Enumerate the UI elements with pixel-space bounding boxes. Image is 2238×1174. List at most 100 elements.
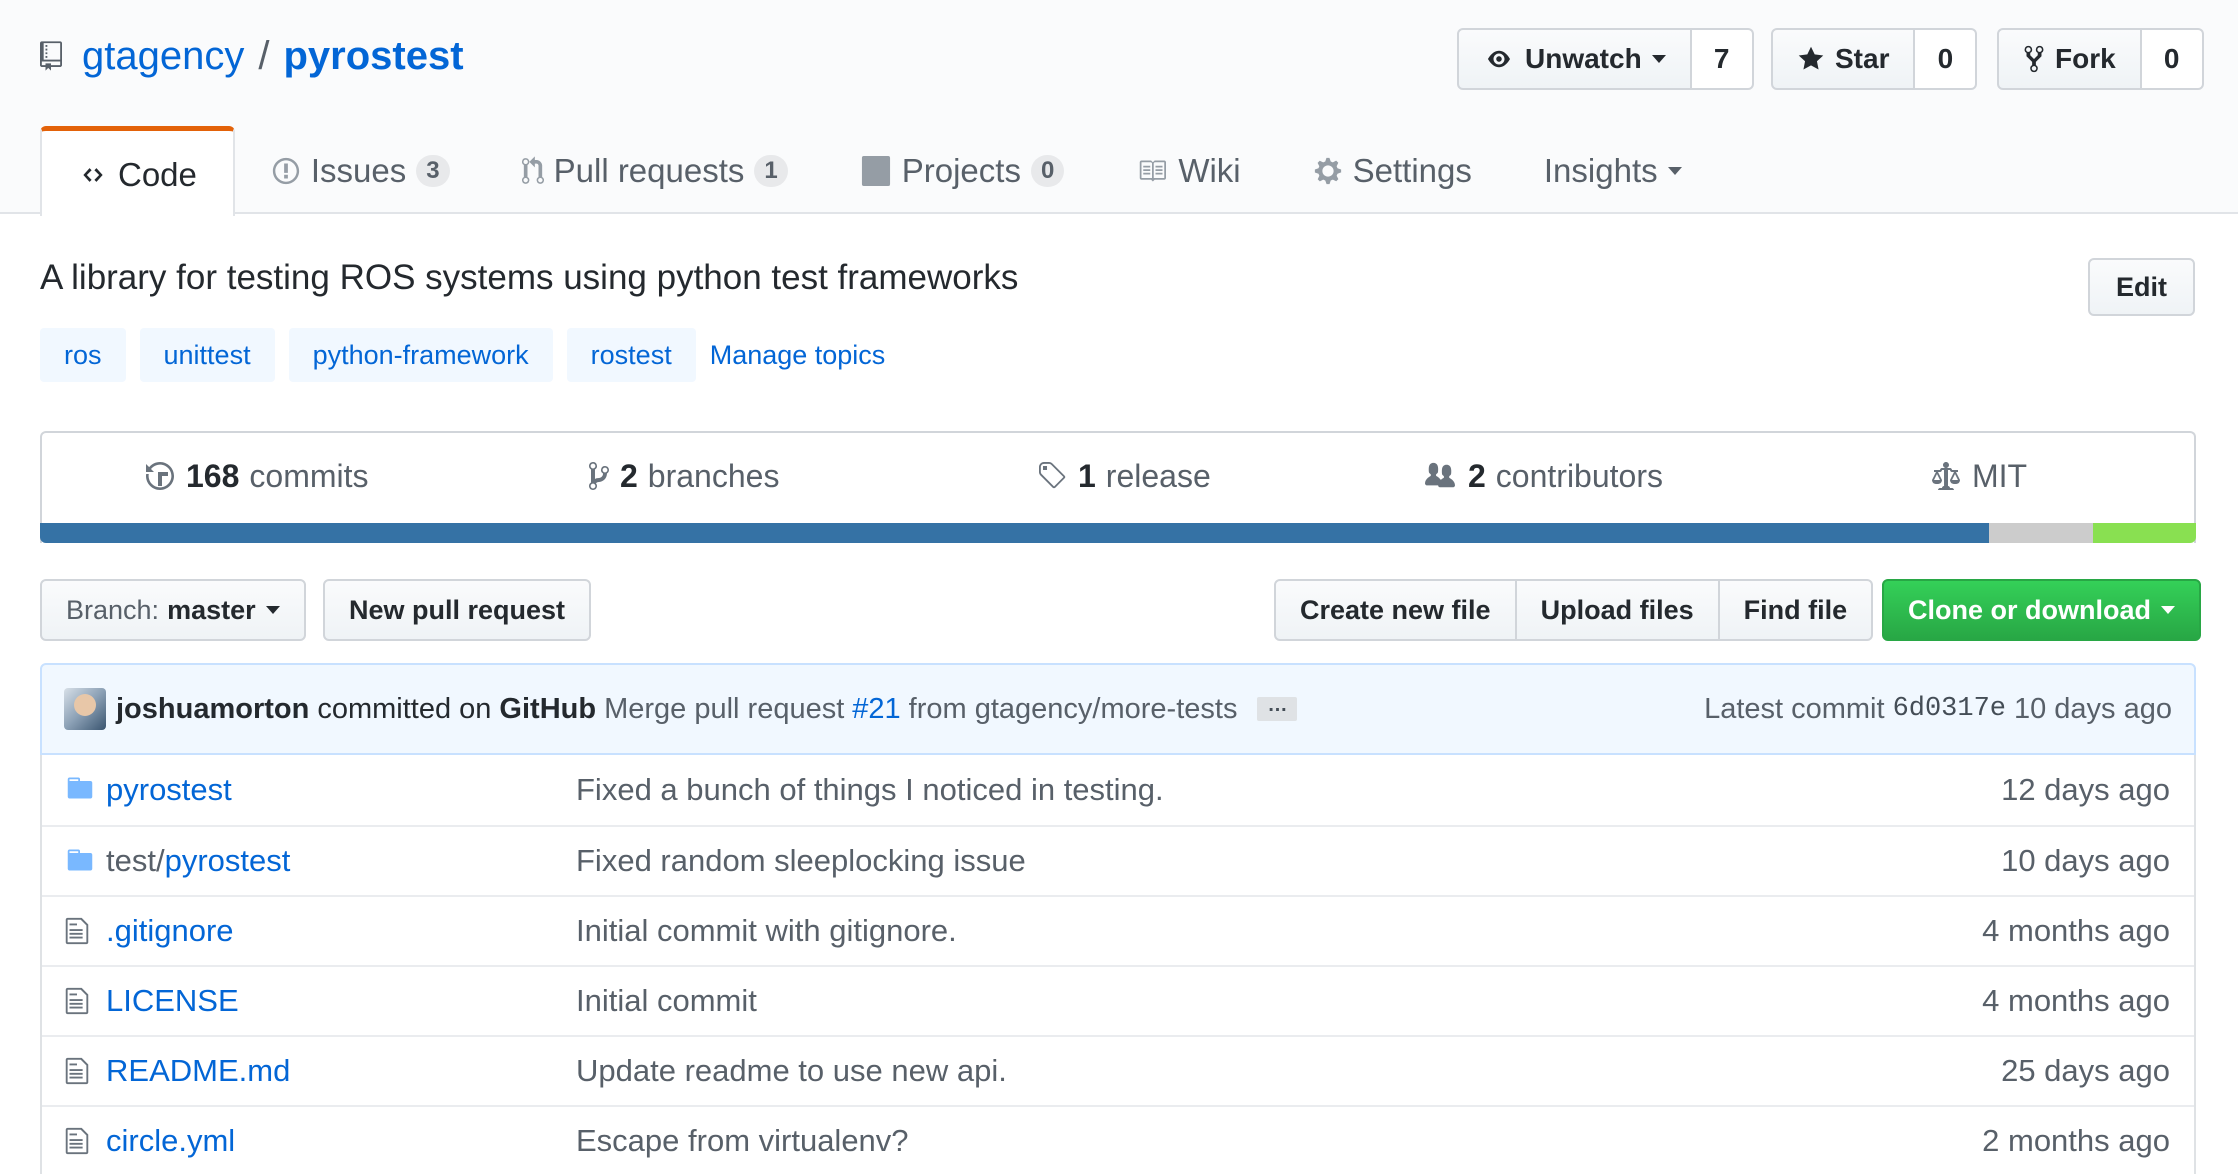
language-bar-segment[interactable] <box>1989 523 2093 543</box>
file-commit-message[interactable]: Initial commit with gitignore. <box>576 913 957 949</box>
gear-icon <box>1314 157 1341 185</box>
tab-projects[interactable]: Projects 0 <box>824 126 1101 216</box>
language-bar-segment[interactable] <box>40 523 1990 543</box>
releases-summary[interactable]: 1 release <box>1036 453 1211 499</box>
file-commit-message[interactable]: Update readme to use new api. <box>576 1053 1007 1089</box>
file-icon <box>65 1127 89 1155</box>
file-actions-group: Create new file Upload files Find file <box>1274 579 1874 641</box>
star-action: Star 0 <box>1771 28 1978 90</box>
file-dir-prefix: test/ <box>106 843 165 878</box>
list-item[interactable]: circle.yml Escape from virtualenv? 2 mon… <box>42 1105 2194 1174</box>
repo-header: gtagency / pyrostest Unwatch 7 Star 0 Fo… <box>0 0 2238 216</box>
commits-count: 168 <box>186 457 240 494</box>
language-bar-segment[interactable] <box>2092 523 2196 543</box>
topic-tag[interactable]: unittest <box>139 328 275 382</box>
commit-message-link[interactable]: Merge pull request <box>604 693 844 726</box>
repo-icon <box>40 38 66 74</box>
commit-message-rest[interactable]: from gtagency/more-tests <box>909 693 1238 726</box>
manage-topics-link[interactable]: Manage topics <box>710 340 886 371</box>
file-age: 10 days ago <box>2001 843 2170 878</box>
tab-pull-requests[interactable]: Pull requests 1 <box>486 126 824 216</box>
new-pull-request-button[interactable]: New pull request <box>323 579 592 641</box>
tab-settings[interactable]: Settings <box>1277 126 1508 216</box>
topic-tag[interactable]: python-framework <box>288 328 553 382</box>
language-bar[interactable] <box>40 523 2196 543</box>
list-item[interactable]: LICENSE Initial commit 4 months ago <box>42 965 2194 1035</box>
fork-button[interactable]: Fork <box>1997 28 2142 90</box>
star-label: Star <box>1835 43 1890 74</box>
list-item[interactable]: README.md Update readme to use new api. … <box>42 1035 2194 1105</box>
file-name-link[interactable]: test/pyrostest <box>106 843 290 879</box>
branches-summary[interactable]: 2 branches <box>588 453 779 499</box>
upload-files-button[interactable]: Upload files <box>1516 579 1720 641</box>
list-item[interactable]: test/pyrostest Fixed random sleeplocking… <box>42 825 2194 895</box>
avatar[interactable] <box>64 688 106 730</box>
repo-nav-tabs: Code Issues 3 Pull requests 1 Projects 0… <box>40 126 1718 216</box>
clone-label: Clone or download <box>1908 594 2151 625</box>
tab-insights[interactable]: Insights <box>1508 126 1718 216</box>
find-file-button[interactable]: Find file <box>1719 579 1874 641</box>
tab-issues-label: Issues <box>310 152 407 189</box>
tab-wiki[interactable]: Wiki <box>1100 126 1276 216</box>
clone-or-download-button[interactable]: Clone or download <box>1882 579 2201 641</box>
book-icon <box>1140 160 1167 182</box>
commit-author-link[interactable]: joshuamorton <box>116 693 309 726</box>
tab-settings-label: Settings <box>1352 152 1472 189</box>
file-name-link[interactable]: README.md <box>106 1053 290 1089</box>
license-label: MIT <box>1972 457 2028 494</box>
list-item[interactable]: pyrostest Fixed a bunch of things I noti… <box>42 755 2194 825</box>
edit-description-button[interactable]: Edit <box>2088 258 2195 316</box>
watchers-count[interactable]: 7 <box>1691 28 1754 90</box>
commit-age: 10 days ago <box>2013 692 2172 725</box>
folder-icon <box>67 849 93 871</box>
star-icon <box>1798 46 1824 70</box>
file-age: 12 days ago <box>2001 772 2170 807</box>
stargazers-count[interactable]: 0 <box>1915 28 1978 90</box>
commits-summary[interactable]: 168 commits <box>144 453 369 499</box>
star-button[interactable]: Star <box>1771 28 1916 90</box>
file-name-link[interactable]: .gitignore <box>106 913 234 949</box>
tab-insights-label: Insights <box>1543 152 1658 189</box>
create-new-file-button[interactable]: Create new file <box>1274 579 1517 641</box>
repo-title: gtagency / pyrostest <box>40 28 464 84</box>
fork-icon <box>2024 45 2044 73</box>
topic-tag[interactable]: ros <box>40 328 126 382</box>
latest-commit-bar: joshuamorton committed on GitHub Merge p… <box>40 663 2196 755</box>
issues-counter: 3 <box>416 155 450 187</box>
expand-commit-message-button[interactable]: … <box>1257 695 1298 721</box>
tab-code[interactable]: Code <box>40 126 235 216</box>
topic-tag[interactable]: rostest <box>566 328 696 382</box>
repo-name-link[interactable]: pyrostest <box>283 34 463 79</box>
list-item[interactable]: .gitignore Initial commit with gitignore… <box>42 895 2194 965</box>
topics-list: ros unittest python-framework rostest Ma… <box>40 328 885 382</box>
branch-select-button[interactable]: Branch: master <box>40 579 306 641</box>
chevron-down-icon <box>2161 606 2175 614</box>
branch-prefix: Branch: <box>66 594 160 625</box>
tab-issues[interactable]: Issues 3 <box>235 126 486 216</box>
file-age: 2 months ago <box>1982 1123 2170 1158</box>
tab-pull-requests-label: Pull requests <box>553 152 745 189</box>
pull-requests-counter: 1 <box>754 155 788 187</box>
releases-count: 1 <box>1078 457 1096 494</box>
file-icon <box>65 987 89 1015</box>
file-commit-message[interactable]: Initial commit <box>576 983 757 1019</box>
file-commit-message[interactable]: Fixed a bunch of things I noticed in tes… <box>576 772 1164 808</box>
file-name-link[interactable]: circle.yml <box>106 1123 235 1159</box>
commit-sha-link[interactable]: 6d0317e <box>1893 694 2006 724</box>
chevron-down-icon <box>265 606 280 614</box>
repo-owner-link[interactable]: gtagency <box>82 34 244 79</box>
people-icon <box>1425 462 1455 488</box>
file-name-link[interactable]: LICENSE <box>106 983 239 1019</box>
file-commit-message[interactable]: Escape from virtualenv? <box>576 1123 909 1159</box>
watch-action: Unwatch 7 <box>1457 28 1754 90</box>
releases-label: release <box>1105 457 1211 494</box>
folder-icon <box>67 777 93 799</box>
repo-separator: / <box>258 33 270 78</box>
license-summary[interactable]: MIT <box>1930 453 2027 499</box>
contributors-summary[interactable]: 2 contributors <box>1422 453 1663 499</box>
forks-count[interactable]: 0 <box>2141 28 2204 90</box>
file-name-link[interactable]: pyrostest <box>106 772 232 808</box>
unwatch-button[interactable]: Unwatch <box>1457 28 1692 90</box>
file-commit-message[interactable]: Fixed random sleeplocking issue <box>576 843 1026 879</box>
commit-pr-link[interactable]: #21 <box>852 693 900 726</box>
